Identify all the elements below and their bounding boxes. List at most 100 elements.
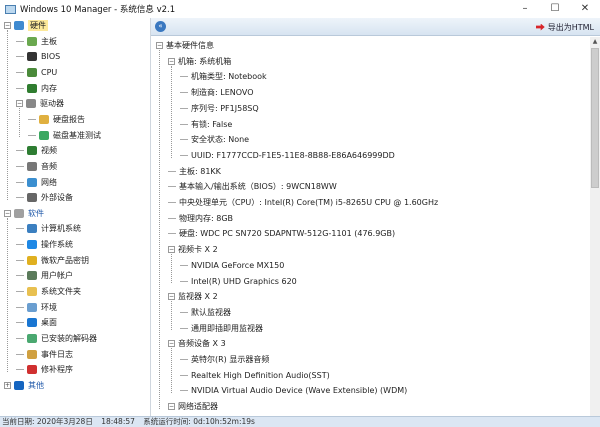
collapse-icon[interactable]: − — [168, 340, 175, 348]
info-item[interactable]: NVIDIA Virtual Audio Device (Wave Extens… — [180, 383, 407, 398]
info-item[interactable]: 英特尔(R) 显示器音频 — [180, 352, 269, 367]
info-item[interactable]: − 监视器 X 2 — [168, 289, 218, 304]
tree-label: 桌面 — [41, 318, 57, 328]
info-label: Intel(R) UHD Graphics 620 — [191, 276, 297, 286]
info-item[interactable]: 物理内存: 8GB — [168, 211, 233, 226]
export-html-button[interactable]: 导出为HTML — [535, 20, 594, 34]
collapse-icon[interactable]: − — [168, 57, 175, 65]
tree-item[interactable]: 环境 — [16, 300, 57, 315]
info-item[interactable]: 主板: 81KK — [168, 164, 221, 179]
tree-item[interactable]: + 其他 — [4, 378, 44, 393]
status-time: 18:48:57 — [101, 417, 135, 426]
tree-connector — [168, 186, 176, 188]
vertical-scrollbar[interactable]: ▲ — [590, 37, 600, 416]
info-label: 音频设备 X 3 — [178, 339, 226, 349]
info-label: 默认监视器 — [191, 307, 231, 317]
tree-connector — [16, 338, 24, 339]
info-item[interactable]: 中央处理单元（CPU）: Intel(R) Core(TM) i5-8265U … — [168, 195, 438, 210]
tree-item[interactable]: CPU — [16, 65, 57, 80]
collapse-icon[interactable]: − — [156, 42, 163, 49]
tree-label: CPU — [41, 67, 58, 77]
tree-item[interactable]: 内存 — [16, 81, 57, 96]
collapse-icon[interactable]: « — [155, 21, 166, 32]
scroll-thumb[interactable] — [591, 48, 599, 188]
info-item[interactable]: 有锁: False — [180, 117, 232, 132]
tree-label: 事件日志 — [41, 349, 73, 359]
tree-item[interactable]: 已安装的解码器 — [16, 331, 97, 346]
collapse-icon[interactable]: − — [168, 403, 175, 411]
tree-connector — [180, 359, 188, 360]
info-label: 序列号: PF1J58SQ — [191, 103, 259, 113]
tree-connector — [180, 139, 188, 141]
tree-connector — [180, 390, 188, 392]
tree-item[interactable]: − 驱动器 — [16, 96, 64, 111]
info-item[interactable]: UUID: F1777CCD-F1E5-11E8-8B88-E86A646999… — [180, 148, 395, 163]
tree-item[interactable]: 微软产品密钥 — [16, 253, 89, 268]
tree-item[interactable]: 视频 — [16, 143, 57, 158]
collapse-icon[interactable]: − — [168, 246, 175, 254]
tree-item[interactable]: − 软件 — [4, 206, 44, 221]
minimize-button[interactable]: – — [510, 0, 540, 18]
close-button[interactable]: ✕ — [570, 0, 600, 18]
info-item[interactable]: NVIDIA GeForce MX150 — [180, 258, 284, 273]
info-item[interactable]: 硬盘: WDC PC SN720 SDAPNTW-512G-1101 (476.… — [168, 226, 395, 241]
tree-item[interactable]: 事件日志 — [16, 347, 73, 362]
collapse-icon[interactable]: − — [4, 209, 11, 217]
info-item[interactable]: Intel(R) UHD Graphics 620 — [180, 274, 297, 289]
tree-item[interactable]: 操作系统 — [16, 237, 73, 252]
info-item[interactable]: Realtek High Definition Audio(SST) — [180, 368, 330, 383]
tree-item[interactable]: 外部设备 — [16, 190, 73, 205]
tree-item[interactable]: 计算机系统 — [16, 221, 81, 236]
info-item[interactable]: 序列号: PF1J58SQ — [180, 101, 259, 116]
tree-item[interactable]: 磁盘基准测试 — [28, 128, 101, 143]
collapse-icon[interactable]: − — [4, 22, 11, 29]
category-tree: − 硬件 主板 BIOS CPU 内存 − 驱动器 硬盘报告磁盘基准测试视频音频 网络 外部设备 − 软… — [0, 18, 151, 416]
scroll-up-arrow-icon[interactable]: ▲ — [590, 37, 600, 47]
tree-item[interactable]: 网络 — [16, 175, 57, 190]
tree-label: 用户帐户 — [41, 271, 73, 281]
tree-label: BIOS — [41, 52, 61, 62]
collapse-icon[interactable]: − — [16, 100, 23, 108]
info-item[interactable]: 基本输入/输出系统（BIOS）: 9WCN18WW — [168, 179, 337, 194]
tree-label: 操作系统 — [41, 240, 73, 250]
info-item[interactable]: 安全状态: None — [180, 132, 249, 147]
collapse-icon[interactable]: − — [168, 293, 175, 301]
info-item[interactable]: 通用即插即用监视器 — [180, 321, 263, 336]
category-icon — [27, 334, 37, 343]
info-item[interactable]: − 视频卡 X 2 — [168, 242, 218, 257]
tree-item[interactable]: 系统文件夹 — [16, 284, 81, 299]
tree-connector — [180, 280, 188, 282]
tree-item[interactable]: 桌面 — [16, 315, 57, 330]
expand-icon[interactable]: + — [4, 381, 11, 389]
info-item[interactable]: 默认监视器 — [180, 305, 231, 320]
tree-connector — [180, 123, 188, 125]
tree-connector — [16, 228, 24, 230]
tree-item[interactable]: BIOS — [16, 49, 60, 64]
tree-connector — [16, 56, 24, 58]
tree-guide-line — [19, 108, 20, 138]
category-icon — [27, 271, 37, 281]
info-item[interactable]: − 机箱: 系统机箱 — [168, 54, 231, 69]
tree-item[interactable]: 硬盘报告 — [28, 112, 85, 127]
tree-item[interactable]: 主板 — [16, 34, 57, 49]
info-label: 制造商: LENOVO — [191, 88, 254, 98]
tree-item[interactable]: − 硬件 — [4, 18, 48, 33]
info-item[interactable]: − 音频设备 X 3 — [168, 336, 226, 351]
maximize-button[interactable]: ☐ — [540, 0, 570, 18]
info-label: 通用即插即用监视器 — [191, 323, 263, 333]
tree-label: 磁盘基准测试 — [53, 130, 101, 140]
info-item[interactable]: − 网络适配器 — [168, 399, 218, 414]
info-item[interactable]: 机箱类型: Notebook — [180, 69, 267, 84]
tree-label: 修补程序 — [41, 365, 73, 375]
tree-label: 视频 — [41, 146, 57, 156]
info-item[interactable]: − 基本硬件信息 — [156, 38, 214, 53]
tree-item[interactable]: 修补程序 — [16, 362, 73, 377]
tree-label: 系统文件夹 — [41, 287, 81, 297]
tree-connector — [168, 170, 176, 172]
tree-connector — [168, 202, 176, 203]
tree-item[interactable]: 音频 — [16, 159, 57, 174]
info-item[interactable]: 制造商: LENOVO — [180, 85, 254, 100]
tree-connector — [16, 353, 24, 355]
tree-item[interactable]: 用户帐户 — [16, 268, 73, 283]
tree-connector — [16, 275, 24, 277]
